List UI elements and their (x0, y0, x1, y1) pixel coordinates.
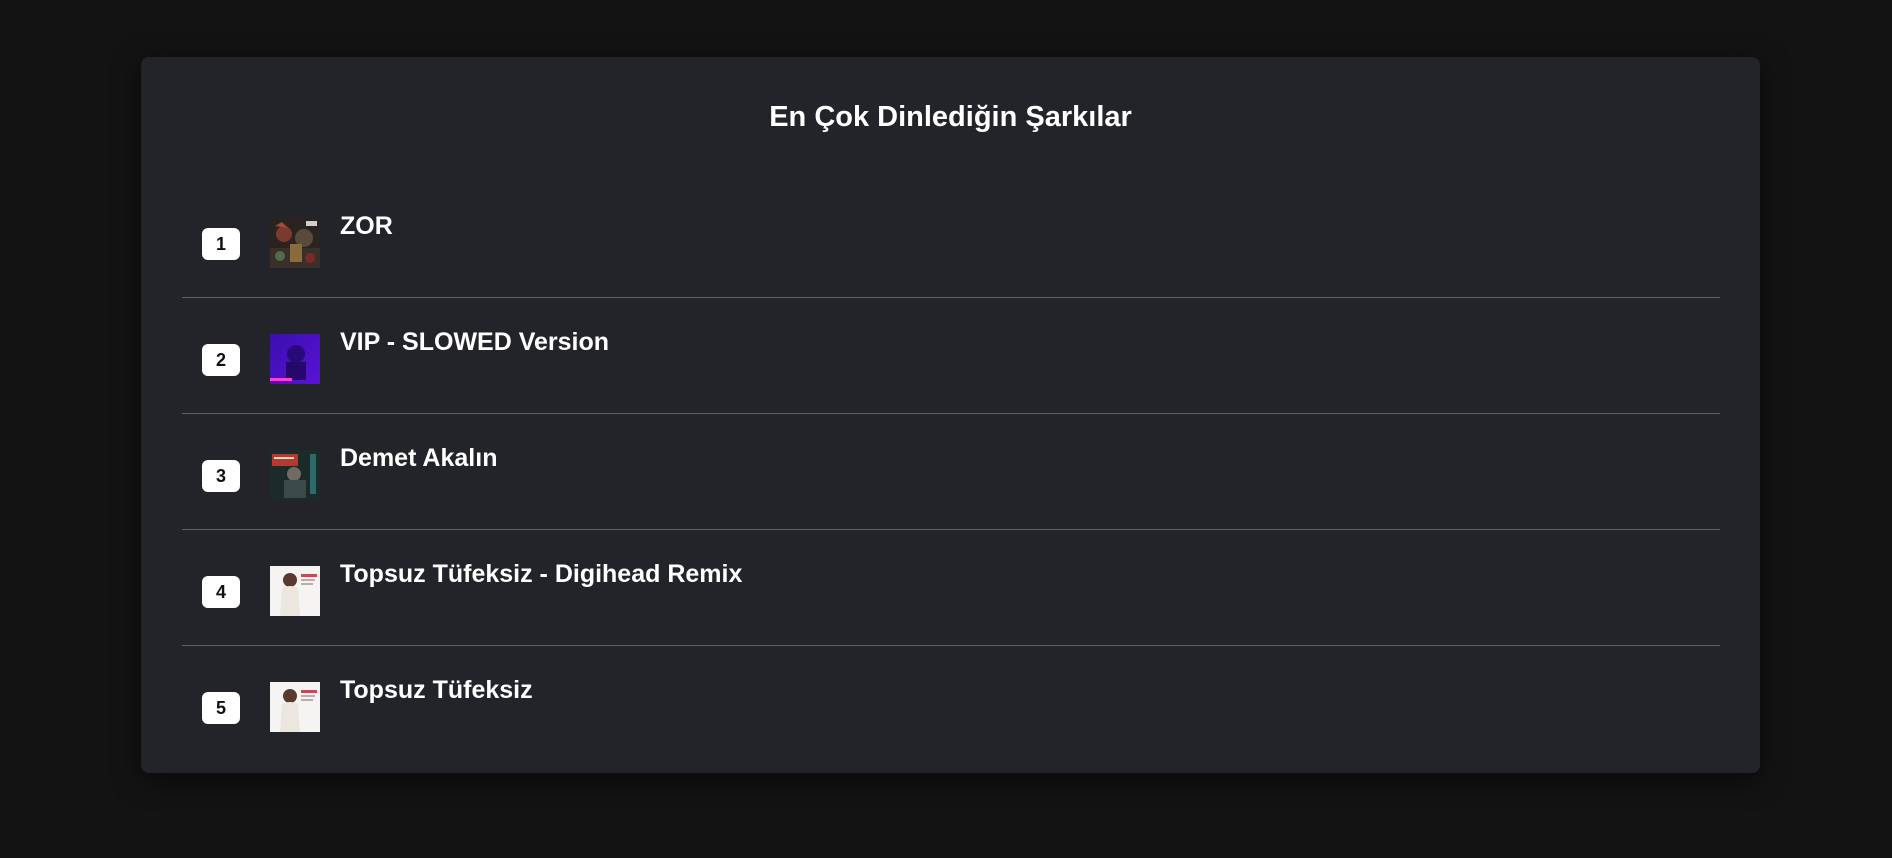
list-item[interactable]: 2 VIP - SLOWED Version (182, 298, 1720, 414)
list-item[interactable]: 3 Demet Akalın (182, 414, 1720, 530)
rank-badge: 3 (202, 460, 240, 492)
list-item[interactable]: 4 Topsuz Tüfeksiz - Digihead Remix (182, 530, 1720, 646)
album-cover-vip-icon (270, 334, 320, 384)
song-title: ZOR (340, 212, 393, 240)
song-title: Demet Akalın (340, 444, 498, 472)
top-songs-card: En Çok Dinlediğin Şarkılar 1 ZOR 2 VIP -… (141, 57, 1760, 773)
top-songs-list: 1 ZOR 2 VIP - SLOWED Version 3 Demet Aka… (182, 211, 1720, 762)
song-title: Topsuz Tüfeksiz (340, 676, 533, 704)
album-cover-demet-akalin-icon (270, 450, 320, 500)
page-title: En Çok Dinlediğin Şarkılar (769, 101, 1132, 133)
rank-badge: 5 (202, 692, 240, 724)
rank-badge: 2 (202, 344, 240, 376)
song-title: Topsuz Tüfeksiz - Digihead Remix (340, 560, 743, 588)
list-item[interactable]: 1 ZOR (182, 182, 1720, 298)
song-title: VIP - SLOWED Version (340, 328, 610, 356)
album-cover-zor-icon (270, 218, 320, 268)
rank-badge: 1 (202, 228, 240, 260)
list-item[interactable]: 5 Topsuz Tüfeksiz (182, 646, 1720, 762)
album-cover-topsuz-tufeksiz-remix-icon (270, 566, 320, 616)
album-cover-topsuz-tufeksiz-icon (270, 682, 320, 732)
rank-badge: 4 (202, 576, 240, 608)
